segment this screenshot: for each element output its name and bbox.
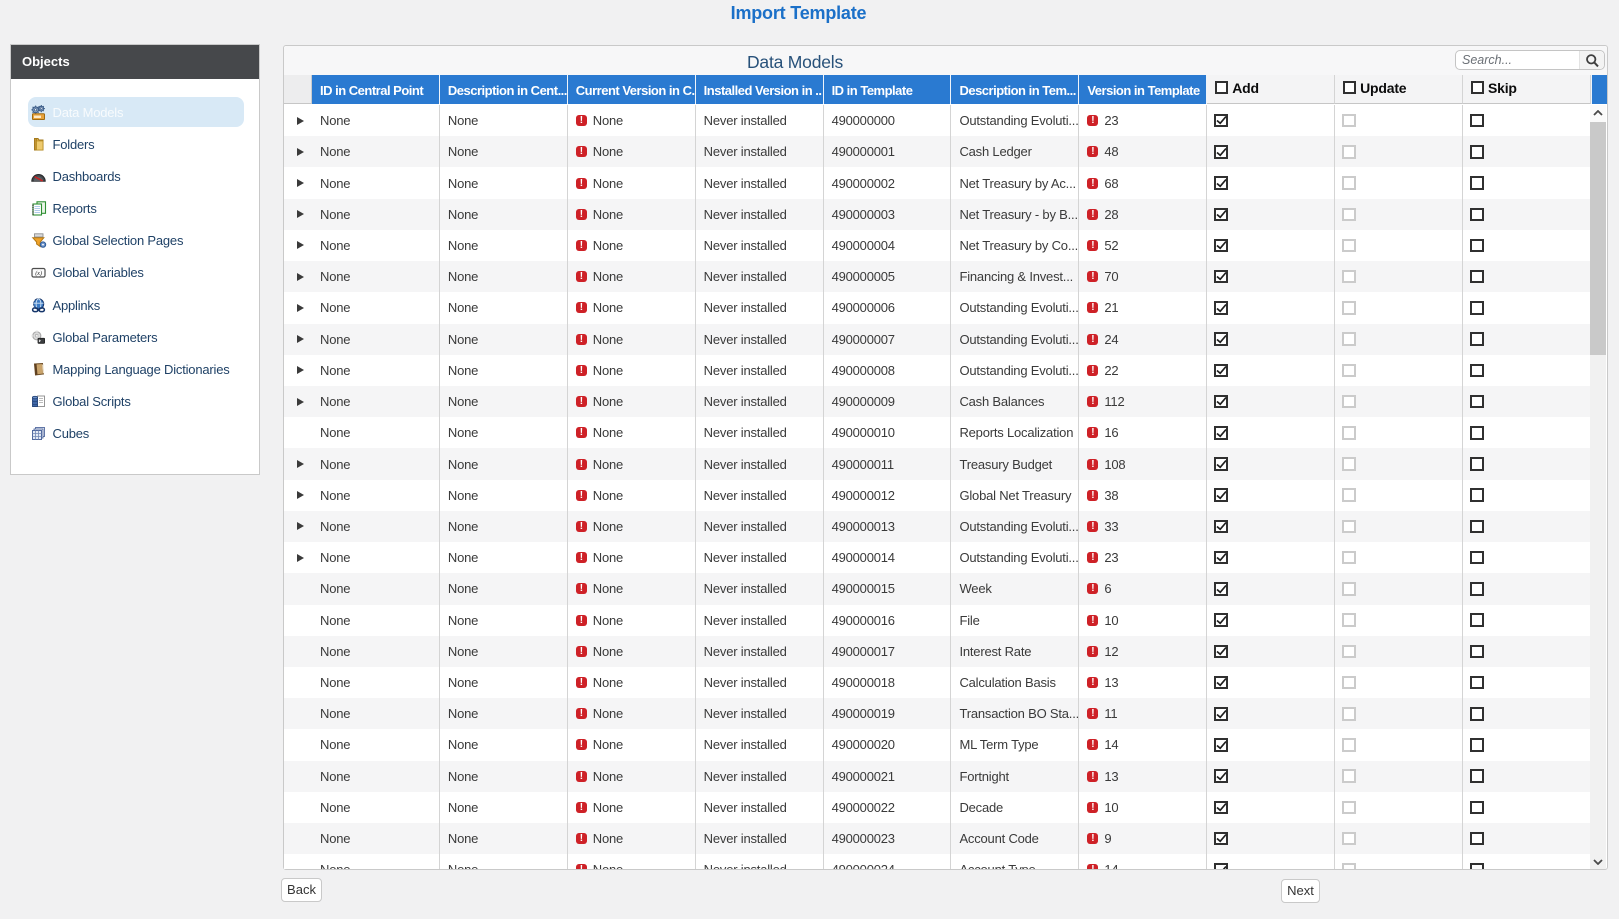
svg-text:(x): (x) [35,270,42,277]
